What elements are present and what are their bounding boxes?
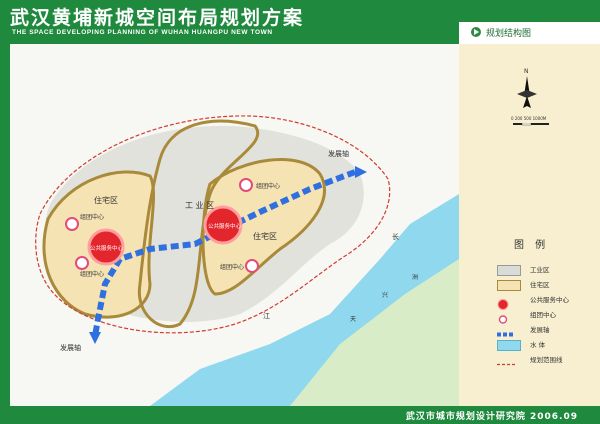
label-river-1: 长 (392, 233, 399, 241)
group-center-4[interactable] (245, 259, 259, 273)
label-group-center-4: 组团中心 (220, 264, 245, 271)
label-river-3: 天 (350, 316, 357, 323)
north-arrow-icon: N (513, 66, 541, 112)
label-axis-south: 发展轴 (60, 344, 81, 352)
group-center-2[interactable] (65, 217, 79, 231)
group-center-1[interactable] (239, 178, 253, 192)
label-group-center-2: 组团中心 (80, 214, 105, 221)
label-group-center-1: 组团中心 (256, 183, 281, 190)
label-public-center-main: 公共服务中心 (208, 224, 242, 230)
label-industrial: 工 业 区 (185, 201, 215, 210)
label-river-2: 江 (263, 312, 270, 320)
page-title: 武汉黄埔新城空间布局规划方案 (10, 7, 305, 29)
label-residential-north: 住宅区 (94, 196, 118, 205)
map-area[interactable]: 住宅区 住宅区 工 业 区 公共服务中心 公共服务中心 组团中心 组团中心 组团… (10, 44, 459, 406)
legend-title: 图 例 (514, 240, 550, 251)
north-label: N (524, 68, 529, 75)
tab-label: 规划结构图 (486, 29, 532, 39)
scale-label: 0 200 500 1000M (511, 116, 547, 121)
label-residential-east: 住宅区 (253, 232, 277, 241)
label-river-5: 洲 (412, 274, 419, 281)
label-river-4: 兴 (382, 292, 389, 299)
label-group-center-3: 组团中心 (80, 271, 105, 278)
label-public-center-west: 公共服务中心 (90, 246, 124, 252)
label-axis-east: 发展轴 (328, 150, 349, 158)
group-center-3[interactable] (75, 256, 89, 270)
footer-credit: 武汉市城市规划设计研究院 2006.09 (405, 412, 578, 422)
play-arrow-icon (471, 27, 481, 37)
page-subtitle: THE SPACE DEVELOPING PLANNING OF WUHAN H… (12, 29, 273, 36)
